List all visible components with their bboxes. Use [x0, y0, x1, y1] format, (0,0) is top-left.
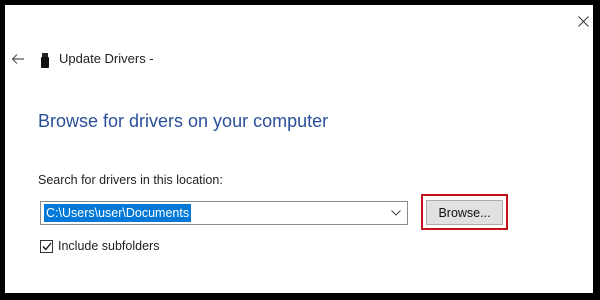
checkmark-icon: [42, 242, 52, 251]
window-title: Update Drivers -: [59, 51, 154, 66]
browse-button[interactable]: Browse...: [426, 200, 503, 225]
update-drivers-window: Update Drivers - Browse for drivers on y…: [5, 5, 593, 293]
driver-path-value: C:\Users\user\Documents: [44, 204, 192, 222]
page-heading: Browse for drivers on your computer: [38, 111, 329, 131]
usb-device-icon: [41, 53, 49, 68]
include-subfolders-label[interactable]: Include subfolders: [58, 239, 159, 253]
back-button[interactable]: [9, 51, 27, 67]
search-location-label: Search for drivers in this location:: [38, 173, 223, 187]
driver-path-combobox[interactable]: C:\Users\user\Documents: [40, 201, 408, 225]
close-icon: [577, 15, 589, 27]
back-arrow-icon: [11, 54, 24, 64]
dropdown-toggle[interactable]: [389, 206, 403, 220]
close-button[interactable]: [573, 11, 593, 31]
chevron-down-icon: [391, 210, 401, 216]
include-subfolders-checkbox[interactable]: [40, 240, 53, 253]
